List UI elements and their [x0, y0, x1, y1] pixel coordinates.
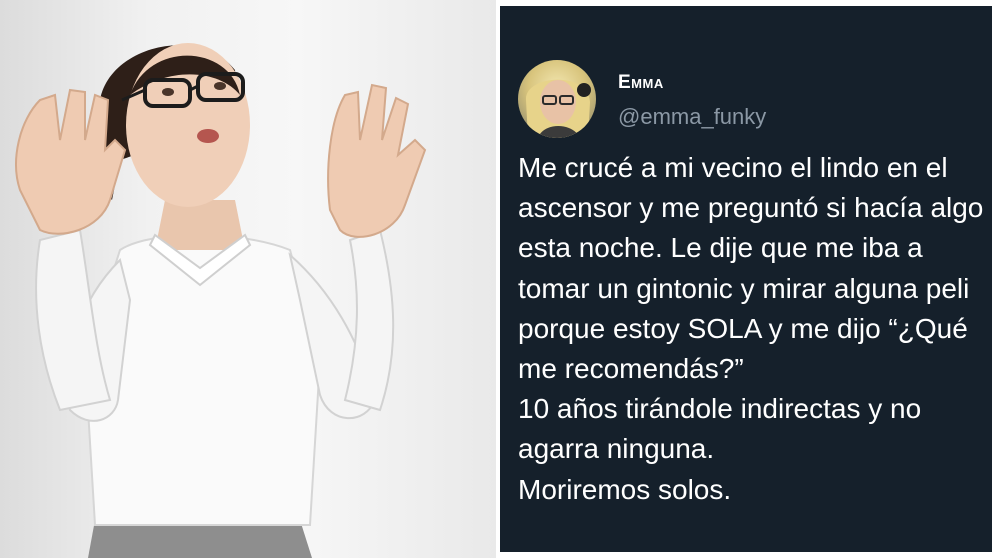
- avatar[interactable]: [518, 60, 596, 138]
- tweet-text: Me crucé a mi vecino el lindo en el asce…: [518, 148, 992, 510]
- tweet-line: esta noche. Le dije que me iba a: [518, 232, 923, 264]
- user-handle[interactable]: @emma_funky: [618, 104, 766, 130]
- tweet-card: Emma @emma_funky Me crucé a mi vecino el…: [500, 6, 992, 552]
- photo-illustration: [15, 43, 427, 558]
- woman-raising-hands-photo: [0, 0, 496, 558]
- avatar-photo: [525, 79, 591, 138]
- tweet-line: Me crucé a mi vecino el lindo en el: [518, 152, 948, 183]
- tweet-line: agarra ninguna.: [518, 433, 715, 465]
- tweet-line: me recomendás?”: [518, 353, 744, 385]
- tweet-line: 10 años tirándole indirectas y no: [518, 393, 922, 425]
- display-name[interactable]: Emma: [618, 72, 664, 94]
- tweet-line: tomar un gintonic y mirar alguna peli: [518, 272, 970, 304]
- tweet-line: ascensor y me preguntó si hacía algo: [518, 192, 984, 224]
- tweet-line: Moriremos solos.: [518, 473, 732, 505]
- tweet-line: porque estoy SOLA y me dijo “¿Qué: [518, 312, 968, 344]
